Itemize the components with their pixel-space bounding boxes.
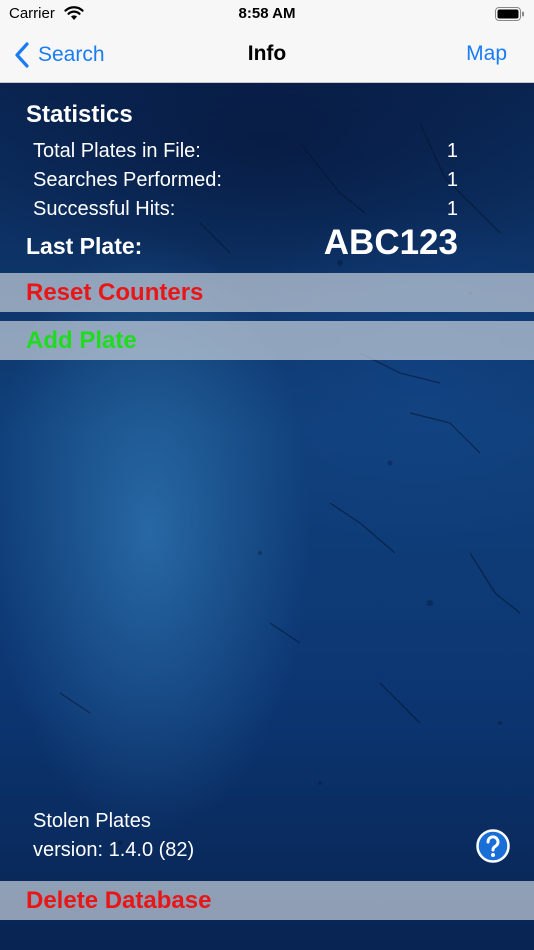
reset-counters-button[interactable]: Reset Counters [0,273,534,312]
app-name: Stolen Plates [33,810,151,832]
statistics-heading: Statistics [26,101,133,128]
last-plate-label: Last Plate: [26,233,143,259]
stat-total-plates: Total Plates in File: 1 [33,140,458,166]
navigation-bar: Search Info Map [0,28,534,83]
stat-value: 1 [446,169,458,191]
map-button[interactable]: Map [466,42,507,66]
stat-value: 1 [446,140,458,162]
battery-icon [495,7,524,21]
info-content: Statistics Total Plates in File: 1 Searc… [0,83,534,950]
page-title: Info [247,42,287,65]
stat-successful-hits: Successful Hits: 1 [33,198,458,224]
delete-database-button[interactable]: Delete Database [0,881,534,920]
status-time: 8:58 AM [238,5,296,22]
last-plate-value: ABC123 [323,223,458,262]
stat-searches-performed: Searches Performed: 1 [33,169,458,195]
add-plate-button[interactable]: Add Plate [0,321,534,360]
app-version: version: 1.4.0 (82) [33,839,195,861]
stat-value: 1 [446,198,458,220]
stat-label: Successful Hits: [33,198,176,220]
stat-label: Total Plates in File: [33,140,201,162]
question-circle-icon[interactable] [476,829,510,863]
stat-label: Searches Performed: [33,169,222,191]
status-bar: Carrier 8:58 AM [0,0,534,28]
